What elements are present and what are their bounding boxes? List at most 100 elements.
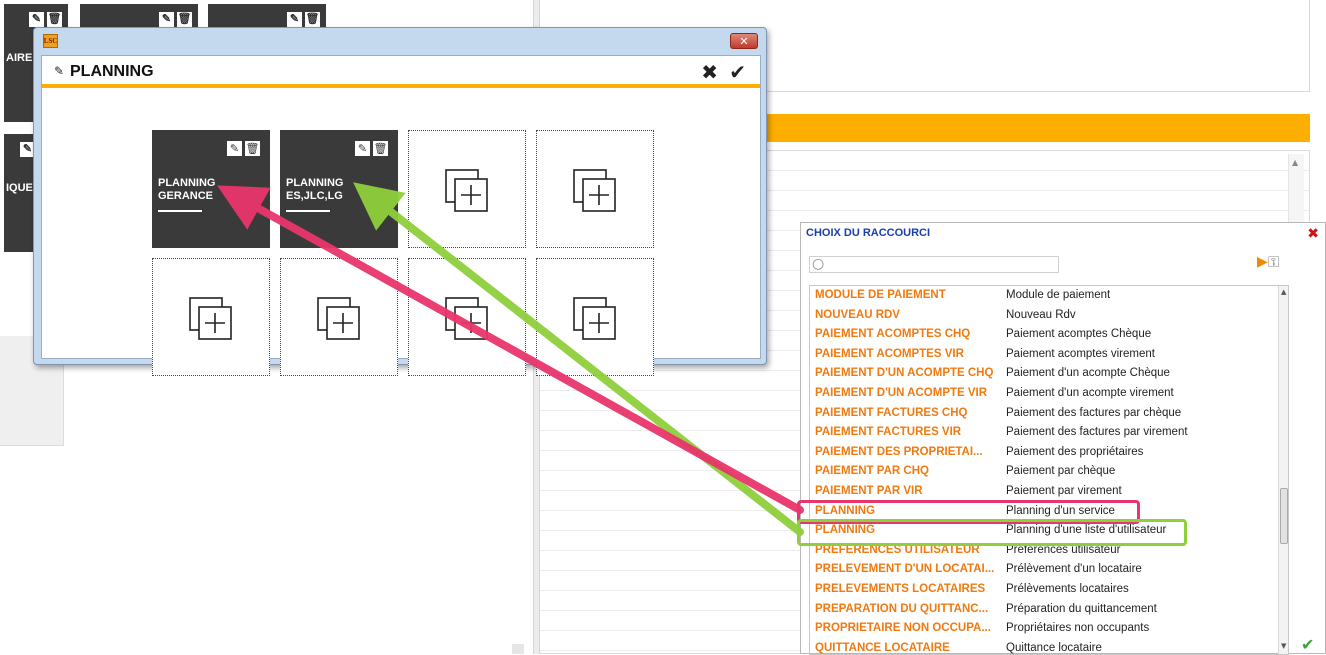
window-close-button[interactable]: ✕	[730, 33, 758, 49]
pencil-icon[interactable]: ✎	[159, 12, 174, 27]
shortcut-row[interactable]: PROPRIETAIRE NON OCCUPA... Propriétaires …	[810, 619, 1288, 639]
app-logo: LSC	[43, 34, 58, 48]
validate-button[interactable]: ✔	[729, 60, 746, 84]
add-shortcut-icon	[445, 297, 488, 340]
highlight-planning-liste	[797, 519, 1187, 546]
edit-icon[interactable]: ✎	[355, 141, 370, 156]
dialog-header: ✎ PLANNING ✖ ✔	[42, 56, 760, 88]
add-shortcut-tile[interactable]	[408, 258, 526, 376]
add-shortcut-icon	[317, 297, 360, 340]
tile-label: PLANNING GERANCE	[158, 177, 216, 202]
list-scrollbar[interactable]: ▲ ▼	[1278, 286, 1288, 654]
shortcut-description: Prélèvements locataires	[1006, 583, 1129, 595]
tile-underline	[158, 210, 202, 212]
shortcut-description: Paiement par chèque	[1006, 465, 1116, 478]
shortcut-row[interactable]: NOUVEAU RDV Nouveau Rdv	[810, 306, 1288, 326]
shortcut-description: Propriétaires non occupants	[1006, 622, 1150, 635]
shortcut-code: PRELEVEMENTS LOCATAIRES	[815, 583, 986, 595]
search-input[interactable]	[830, 257, 1056, 272]
shortcut-row[interactable]: PAIEMENT FACTURES CHQ Paiement des factur…	[810, 404, 1288, 424]
shortcut-row[interactable]: PAIEMENT PAR VIR Paiement par virement	[810, 482, 1288, 502]
shortcut-chooser-panel: CHOIX DU RACCOURCI ✖ ○ ▶ ⚿ MODULE DE PAI…	[800, 222, 1326, 655]
scroll-up-icon[interactable]: ▲	[1292, 158, 1298, 167]
pencil-icon[interactable]: ✎	[29, 12, 44, 27]
scroll-down-icon[interactable]: ▼	[1281, 642, 1286, 650]
trash-icon[interactable]: 🗑	[245, 141, 260, 156]
shortcut-list: MODULE DE PAIEMENT Module de paiement NOUV…	[809, 285, 1289, 655]
shortcut-code: PAIEMENT D'UN ACOMPTE VIR	[815, 387, 988, 399]
shortcut-code: PAIEMENT PAR CHQ	[815, 465, 929, 478]
shortcut-description: Paiement acomptes virement	[1006, 347, 1155, 360]
scrollbar-thumb[interactable]	[1280, 488, 1288, 544]
shortcut-code: PAIEMENT D'UN ACOMPTE CHQ	[815, 367, 994, 380]
shortcut-row[interactable]: PAIEMENT DES PROPRIETAI... Paiement des p…	[810, 443, 1288, 463]
scroll-up-icon[interactable]: ▲	[1281, 288, 1286, 296]
shortcut-description: Paiement par virement	[1006, 485, 1122, 497]
tile-label: PLANNING ES,JLC,LG	[286, 177, 344, 202]
chooser-close-button[interactable]: ✖	[1307, 227, 1319, 241]
shortcut-code: PAIEMENT FACTURES CHQ	[815, 406, 968, 419]
key-icon[interactable]: ⚿	[1268, 253, 1279, 271]
shortcut-code: NOUVEAU RDV	[815, 308, 900, 321]
shortcut-code: PREPARATION DU QUITTANC...	[815, 602, 989, 615]
shortcut-row[interactable]: PRELEVEMENTS LOCATAIRES Prélèvements loca…	[810, 580, 1288, 600]
trash-icon[interactable]: 🗑	[305, 12, 320, 27]
shortcut-description: Prélèvement d'un locataire	[1006, 563, 1142, 576]
background-tile-label: IQUE	[6, 182, 33, 194]
shortcut-code: MODULE DE PAIEMENT	[815, 289, 946, 301]
add-shortcut-icon	[445, 169, 488, 212]
shortcut-row[interactable]: PRELEVEMENT D'UN LOCATAI... Prélèvement d…	[810, 560, 1288, 580]
shortcut-code: PROPRIETAIRE NON OCCUPA...	[815, 622, 991, 635]
shortcut-row[interactable]: PAIEMENT PAR CHQ Paiement par chèque	[810, 462, 1288, 482]
shortcut-code: PAIEMENT FACTURES VIR	[815, 426, 962, 439]
background-orange-header	[760, 114, 1310, 142]
shortcut-row[interactable]: QUITTANCE LOCATAIRE Quittance locataire	[810, 639, 1288, 654]
background-tile[interactable]: ✎ 🗑	[80, 4, 198, 28]
shortcut-description: Paiement acomptes Chèque	[1006, 328, 1152, 341]
add-shortcut-tile[interactable]	[280, 258, 398, 376]
shortcut-code: PAIEMENT ACOMPTES CHQ	[815, 328, 971, 341]
cancel-button[interactable]: ✖	[701, 60, 718, 84]
shortcut-code: PRELEVEMENT D'UN LOCATAI...	[815, 563, 995, 576]
shortcut-description: Paiement d'un acompte virement	[1006, 387, 1174, 399]
go-arrow-icon[interactable]: ▶	[1257, 254, 1268, 270]
shortcut-row[interactable]: MODULE DE PAIEMENT Module de paiement	[810, 286, 1288, 306]
search-icon: ○	[812, 256, 825, 272]
shortcut-tile-planning-gerance[interactable]: ✎ 🗑 PLANNING GERANCE	[152, 130, 270, 248]
trash-icon[interactable]: 🗑	[47, 12, 62, 27]
shortcut-row[interactable]: PAIEMENT ACOMPTES VIR Paiement acomptes v…	[810, 345, 1288, 365]
shortcut-row[interactable]: PAIEMENT ACOMPTES CHQ Paiement acomptes C…	[810, 325, 1288, 345]
shortcut-row[interactable]: PAIEMENT D'UN ACOMPTE CHQ Paiement d'un a…	[810, 364, 1288, 384]
trash-icon[interactable]: 🗑	[177, 12, 192, 27]
tile-underline	[286, 210, 330, 212]
pencil-icon: ✎	[54, 64, 65, 78]
shortcut-tile-planning-es-jlc-lg[interactable]: ✎ 🗑 PLANNING ES,JLC,LG	[280, 130, 398, 248]
dialog-title: PLANNING	[70, 63, 154, 80]
add-shortcut-tile[interactable]	[408, 130, 526, 248]
add-shortcut-tile[interactable]	[152, 258, 270, 376]
trash-icon[interactable]: 🗑	[373, 141, 388, 156]
shortcut-description: Quittance locataire	[1006, 641, 1102, 654]
search-box: ○	[809, 256, 1059, 273]
chooser-title: CHOIX DU RACCOURCI	[806, 227, 931, 239]
add-shortcut-icon	[573, 169, 616, 212]
shortcut-description: Paiement des propriétaires	[1006, 445, 1144, 458]
shortcut-description: Paiement d'un acompte Chèque	[1006, 367, 1170, 380]
shortcut-row[interactable]: PAIEMENT D'UN ACOMPTE VIR Paiement d'un a…	[810, 384, 1288, 404]
pencil-icon[interactable]: ✎	[287, 12, 302, 27]
shortcut-row[interactable]: PAIEMENT FACTURES VIR Paiement des factur…	[810, 423, 1288, 443]
shortcut-code: PAIEMENT DES PROPRIETAI...	[815, 445, 983, 458]
confirm-check-icon[interactable]: ✔	[1301, 635, 1314, 654]
add-shortcut-tile[interactable]	[536, 130, 654, 248]
planning-dialog: LSC ✕ ✎ PLANNING ✖ ✔ ✎ 🗑 PLANNING GERANC…	[33, 27, 767, 376]
add-shortcut-icon	[573, 297, 616, 340]
background-tile[interactable]: ✎ 🗑	[208, 4, 326, 28]
edit-icon[interactable]: ✎	[227, 141, 242, 156]
shortcut-description: Module de paiement	[1006, 289, 1111, 301]
add-shortcut-tile[interactable]	[536, 258, 654, 376]
shortcut-code: PAIEMENT ACOMPTES VIR	[815, 347, 964, 360]
shortcut-code: QUITTANCE LOCATAIRE	[815, 641, 950, 654]
shortcut-row[interactable]: PREPARATION DU QUITTANC... Préparation du…	[810, 600, 1288, 620]
shortcut-description: Préparation du quittancement	[1006, 602, 1157, 615]
splitter-handle[interactable]	[512, 644, 524, 654]
